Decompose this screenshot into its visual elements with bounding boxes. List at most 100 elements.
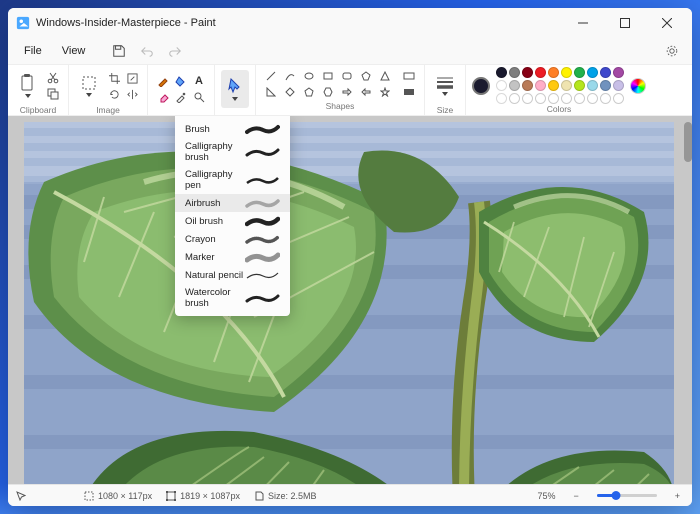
shape-roundrect[interactable] [338,68,356,84]
shape-polygon[interactable] [357,68,375,84]
color-swatch[interactable] [509,80,520,91]
color-swatch-empty[interactable] [522,93,533,104]
color-swatch[interactable] [496,93,507,104]
color-swatch[interactable] [613,67,624,78]
zoom-out-button[interactable]: − [569,491,582,501]
settings-button[interactable] [660,39,684,63]
select-button[interactable] [75,67,103,105]
color-swatch[interactable] [561,67,572,78]
color-swatch-empty[interactable] [509,93,520,104]
color-swatch-empty[interactable] [574,93,585,104]
rotate-button[interactable] [105,86,123,102]
ribbon-group-tools: A [148,65,215,115]
color-swatch[interactable] [548,80,559,91]
color-swatch-empty[interactable] [587,93,598,104]
color-swatch[interactable] [574,80,585,91]
pencil-tool[interactable] [154,73,172,89]
shape-arrow-right[interactable] [338,84,356,100]
color-swatch[interactable] [600,80,611,91]
brushes-dropdown: BrushCalligraphy brush Calligraphy pen Air… [175,116,290,316]
shape-pentagon[interactable] [300,84,318,100]
edit-colors-button[interactable] [630,78,646,94]
maximize-button[interactable] [604,8,646,38]
brush-item-airbrush[interactable]: Airbrush [175,194,290,212]
window-title: Windows-Insider-Masterpiece - Paint [36,17,216,29]
color-swatch-empty[interactable] [613,93,624,104]
close-button[interactable] [646,8,688,38]
shape-line[interactable] [262,68,280,84]
redo-button[interactable] [163,39,187,63]
color-swatch[interactable] [587,67,598,78]
color-swatch-empty[interactable] [600,93,611,104]
size-button[interactable] [431,67,459,105]
undo-button[interactable] [135,39,159,63]
selection-icon [84,491,94,501]
crop-button[interactable] [105,70,123,86]
color-swatch[interactable] [522,67,533,78]
brushes-button[interactable] [221,70,249,108]
shape-hexagon[interactable] [319,84,337,100]
copy-button[interactable] [44,86,62,102]
color-swatch[interactable] [548,67,559,78]
color-swatch[interactable] [522,80,533,91]
brush-item-natural-pencil[interactable]: Natural pencil [175,266,290,284]
brush-item-label: Watercolor brush [185,287,245,309]
shape-oval[interactable] [300,68,318,84]
menu-file[interactable]: File [16,43,50,59]
picker-tool[interactable] [172,89,190,105]
color-swatch-empty[interactable] [535,93,546,104]
color-swatch[interactable] [574,67,585,78]
zoom-in-button[interactable]: + [671,491,684,501]
shape-rect[interactable] [319,68,337,84]
color-swatch[interactable] [496,67,507,78]
brush-item-label: Calligraphy pen [185,169,245,191]
shape-diamond[interactable] [281,84,299,100]
brush-item-calligraphy-pen[interactable]: Calligraphy pen [175,166,290,194]
fill-tool[interactable] [172,73,190,89]
color1-button[interactable] [472,77,490,95]
brush-item-label: Oil brush [185,216,223,227]
brush-item-marker[interactable]: Marker [175,248,290,266]
menubar: File View [8,38,692,64]
brush-item-watercolor-brush[interactable]: Watercolor brush [175,284,290,312]
menu-view[interactable]: View [54,43,94,59]
shape-fill-button[interactable] [400,84,418,100]
color-swatch-empty[interactable] [561,93,572,104]
shape-star[interactable] [376,84,394,100]
resize-button[interactable] [123,70,141,86]
shape-triangle[interactable] [376,68,394,84]
ribbon-group-shapes: Shapes [256,65,425,115]
brush-item-oil-brush[interactable]: Oil brush [175,212,290,230]
zoom-tool[interactable] [190,89,208,105]
canvas-area: BrushCalligraphy brush Calligraphy pen Air… [8,116,692,484]
save-button[interactable] [107,39,131,63]
color-swatch[interactable] [613,80,624,91]
brush-item-calligraphy-brush[interactable]: Calligraphy brush [175,138,290,166]
minimize-button[interactable] [562,8,604,38]
cursor-pos-icon [16,491,26,501]
color-swatch[interactable] [600,67,611,78]
zoom-slider[interactable] [597,494,657,497]
eraser-tool[interactable] [154,89,172,105]
color-swatch[interactable] [509,67,520,78]
color-swatch[interactable] [535,67,546,78]
flip-button[interactable] [123,86,141,102]
color-swatch[interactable] [496,80,507,91]
canvas[interactable] [24,122,674,484]
cut-button[interactable] [44,70,62,86]
brush-item-brush[interactable]: Brush [175,120,290,138]
shape-curve[interactable] [281,68,299,84]
shape-arrow-left[interactable] [357,84,375,100]
shape-righttriangle[interactable] [262,84,280,100]
color-swatch-empty[interactable] [548,93,559,104]
brush-item-crayon[interactable]: Crayon [175,230,290,248]
canvas-size-icon [166,491,176,501]
paste-button[interactable] [14,67,42,105]
color-swatch[interactable] [535,80,546,91]
shape-outline-button[interactable] [400,68,418,84]
text-tool[interactable]: A [190,73,208,89]
brush-stroke-preview [245,251,280,263]
color-swatch[interactable] [561,80,572,91]
color-swatch[interactable] [587,80,598,91]
vertical-scrollbar[interactable] [684,122,692,162]
